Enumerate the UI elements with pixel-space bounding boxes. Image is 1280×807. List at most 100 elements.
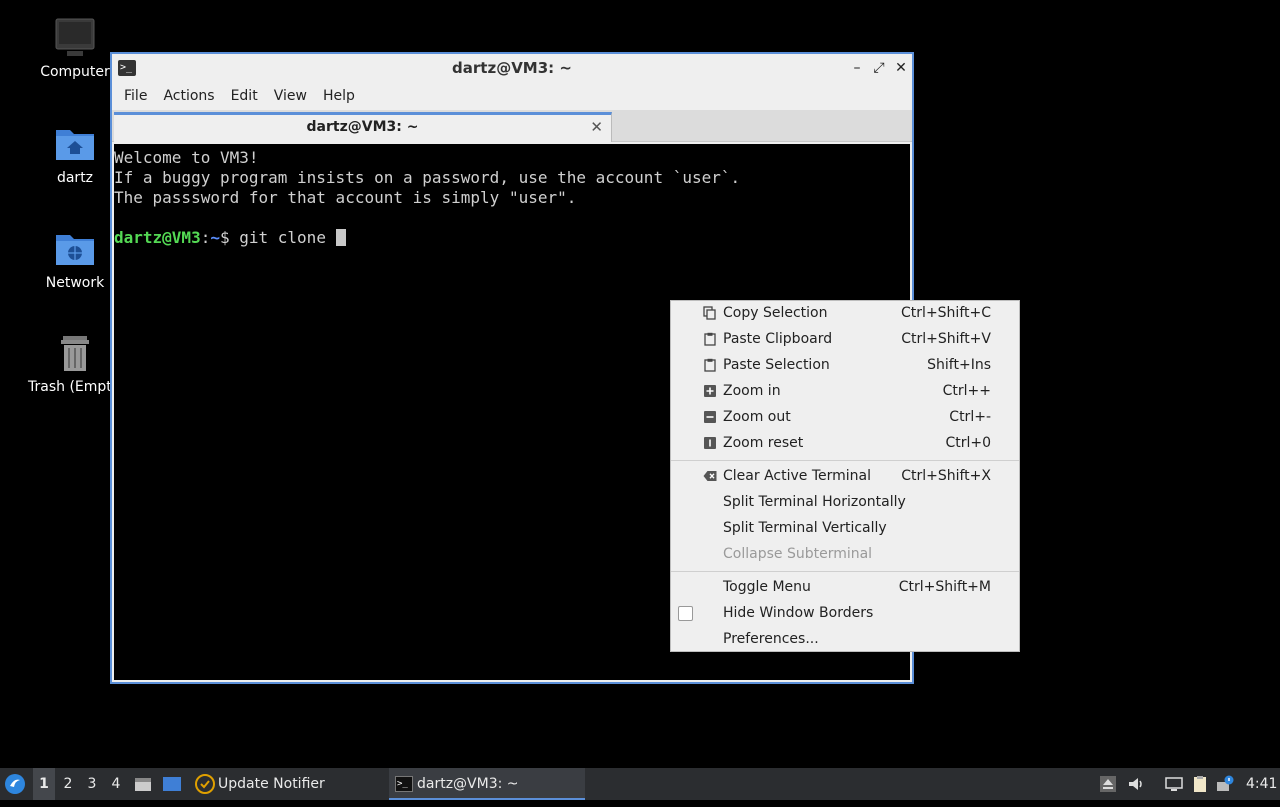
home-folder-icon (56, 130, 94, 160)
menu-item-copy-selection[interactable]: Copy Selection Ctrl+Shift+C (671, 301, 1019, 327)
clock[interactable]: 4:41 (1246, 768, 1278, 800)
menu-item-hide-window-borders[interactable]: Hide Window Borders (671, 601, 1019, 627)
tab-bar: dartz@VM3: ~ ✕ (112, 110, 912, 142)
menu-item-shortcut: Ctrl+0 (945, 435, 991, 451)
menu-item-label: Copy Selection (723, 305, 828, 321)
workspace-4[interactable]: 4 (105, 768, 127, 800)
prompt-separator: : (200, 228, 211, 247)
workspace-1[interactable]: 1 (33, 768, 55, 800)
menu-item-split-vertically[interactable]: Split Terminal Vertically (671, 516, 1019, 542)
menu-item-split-horizontally[interactable]: Split Terminal Horizontally (671, 490, 1019, 516)
desktop-icon-trash[interactable]: Trash (Empt (28, 331, 120, 395)
eject-icon[interactable] (1099, 775, 1117, 793)
menu-edit[interactable]: Edit (223, 82, 266, 110)
menu-view[interactable]: View (266, 82, 315, 110)
tab-close-icon[interactable]: ✕ (590, 118, 603, 136)
menu-help[interactable]: Help (315, 82, 363, 110)
trash-icon (61, 336, 89, 371)
menu-item-collapse-subterminal: Collapse Subterminal (671, 542, 1019, 568)
volume-icon[interactable] (1127, 775, 1145, 793)
window-title: dartz@VM3: ~ (452, 59, 572, 77)
paste-icon (704, 332, 716, 346)
menu-item-label: Zoom in (723, 383, 781, 399)
zoom-out-icon (704, 411, 716, 423)
terminal-prompt-line: dartz@VM3:~$ git clone (114, 228, 910, 248)
menu-item-label: Zoom reset (723, 435, 804, 451)
menu-item-shortcut: Ctrl+Shift+M (898, 579, 991, 595)
desktop-icon-label: Network (45, 275, 105, 291)
menu-item-preferences[interactable]: Preferences... (671, 627, 1019, 653)
menu-item-paste-selection[interactable]: Paste Selection Shift+Ins (671, 353, 1019, 379)
computer-icon (55, 18, 95, 56)
menubar: File Actions Edit View Help (112, 82, 912, 110)
menu-item-zoom-reset[interactable]: Zoom reset Ctrl+0 (671, 431, 1019, 457)
maximize-button[interactable]: ⤢ (870, 58, 888, 78)
task-label: dartz@VM3: ~ (417, 776, 519, 792)
zoom-reset-icon (704, 437, 716, 449)
clipboard-icon[interactable] (1191, 775, 1209, 793)
tab-terminal[interactable]: dartz@VM3: ~ ✕ (114, 112, 612, 142)
menu-item-shortcut: Ctrl+Shift+X (901, 468, 991, 484)
workspace-3[interactable]: 3 (81, 768, 103, 800)
command-text: git clone (239, 228, 336, 247)
menu-item-zoom-in[interactable]: Zoom in Ctrl++ (671, 379, 1019, 405)
window-titlebar[interactable]: >_ dartz@VM3: ~ – ⤢ ✕ (112, 54, 912, 82)
desktop-icon-label: dartz (56, 170, 94, 186)
task-label: Update Notifier (218, 776, 325, 792)
prompt-dollar: $ (219, 228, 240, 247)
menu-item-label: Toggle Menu (723, 579, 811, 595)
menu-item-label: Hide Window Borders (723, 605, 874, 621)
terminal-line: If a buggy program insists on a password… (114, 168, 741, 187)
show-desktop-launcher[interactable] (162, 768, 184, 800)
menu-item-shortcut: Shift+Ins (927, 357, 991, 373)
menu-item-shortcut: Ctrl+- (949, 409, 991, 425)
desktop-icon-computer[interactable]: Computer (30, 16, 120, 80)
start-menu-button[interactable] (4, 768, 28, 800)
menu-item-paste-clipboard[interactable]: Paste Clipboard Ctrl+Shift+V (671, 327, 1019, 353)
menu-separator (671, 568, 1019, 575)
copy-icon (703, 306, 716, 320)
network-icon[interactable] (1165, 775, 1183, 793)
task-terminal[interactable]: >_ dartz@VM3: ~ (389, 768, 585, 800)
desktop-icon-network[interactable]: Network (30, 227, 120, 291)
minimize-button[interactable]: – (848, 58, 866, 78)
prompt-path: ~ (210, 228, 220, 247)
desktop-icon-home-folder[interactable]: dartz (30, 122, 120, 186)
clear-icon (703, 471, 717, 481)
notification-icon[interactable] (1216, 775, 1234, 793)
desktop-icon-label: Trash (Empt (28, 379, 112, 395)
hide-borders-checkbox[interactable] (678, 606, 693, 621)
workspace-2[interactable]: 2 (57, 768, 79, 800)
menu-item-label: Paste Selection (723, 357, 830, 373)
file-manager-launcher[interactable] (134, 768, 154, 800)
menu-item-toggle-menu[interactable]: Toggle Menu Ctrl+Shift+M (671, 575, 1019, 601)
menu-item-label: Preferences... (723, 631, 819, 647)
network-folder-icon (56, 235, 94, 265)
menu-item-clear-active-terminal[interactable]: Clear Active Terminal Ctrl+Shift+X (671, 464, 1019, 490)
menu-item-shortcut: Ctrl+Shift+C (901, 305, 991, 321)
desktop: Computer dartz Network Trash (Empt >_ da… (0, 0, 1280, 768)
text-cursor (335, 229, 346, 246)
taskbar: 1 2 3 4 Update Notifier >_ dartz@VM3: ~ … (0, 768, 1280, 800)
app-menu-icon (5, 774, 25, 794)
menu-file[interactable]: File (116, 82, 155, 110)
close-button[interactable]: ✕ (892, 58, 910, 78)
menu-item-label: Split Terminal Vertically (723, 520, 887, 536)
menu-separator (671, 457, 1019, 464)
task-update-notifier[interactable]: Update Notifier (193, 768, 383, 800)
zoom-in-icon (704, 385, 716, 397)
menu-item-label: Zoom out (723, 409, 791, 425)
context-menu: Copy Selection Ctrl+Shift+C Paste Clipbo… (670, 300, 1020, 652)
desktop-icon-label: Computer (40, 64, 110, 80)
update-notifier-icon (195, 774, 215, 794)
menu-actions[interactable]: Actions (155, 82, 222, 110)
menu-item-shortcut: Ctrl+Shift+V (901, 331, 991, 347)
menu-item-label: Split Terminal Horizontally (723, 494, 906, 510)
desktop-icon (163, 777, 181, 791)
menu-item-label: Paste Clipboard (723, 331, 833, 347)
terminal-line: Welcome to VM3! (114, 148, 259, 167)
menu-item-label: Clear Active Terminal (723, 468, 871, 484)
menu-item-zoom-out[interactable]: Zoom out Ctrl+- (671, 405, 1019, 431)
prompt-user: dartz@VM3 (114, 228, 201, 247)
